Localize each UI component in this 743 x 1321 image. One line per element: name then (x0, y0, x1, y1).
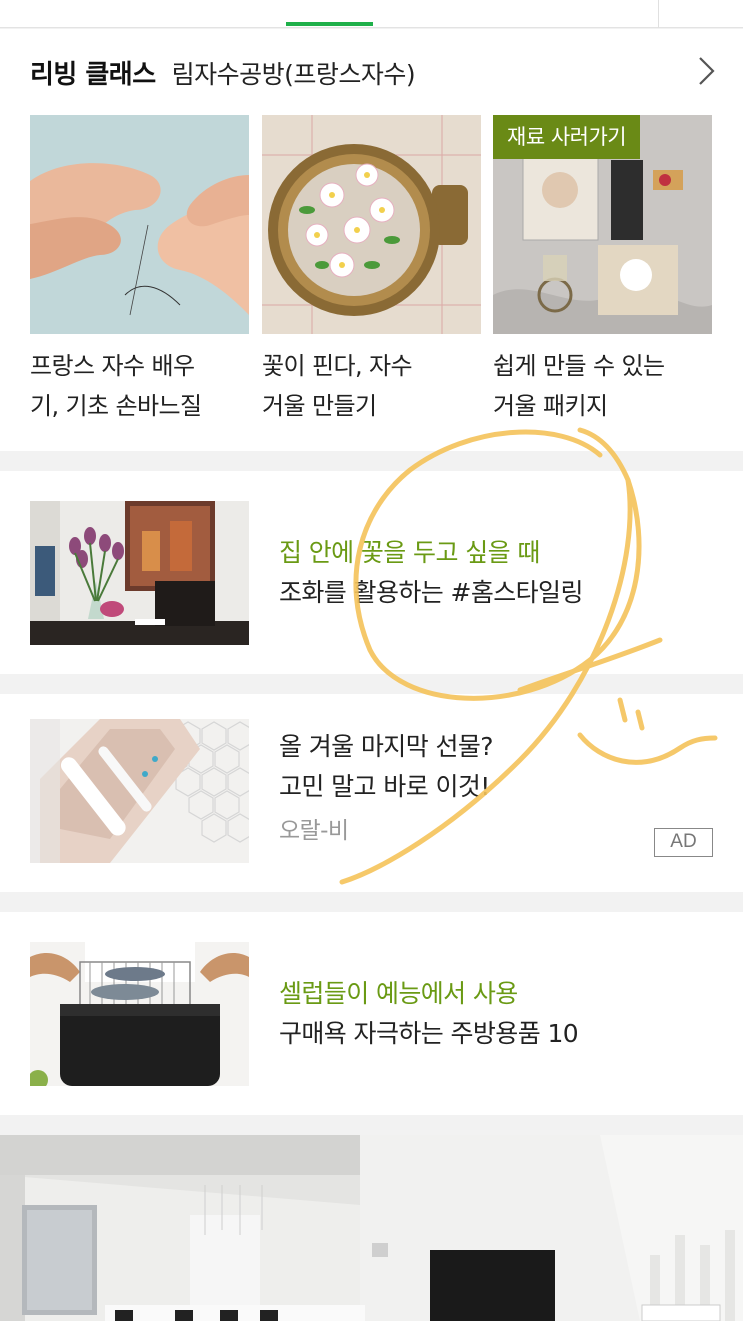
living-class-header[interactable]: 리빙 클래스 림자수공방(프랑스자수) (30, 54, 416, 90)
class-thumbnail-mirror[interactable] (262, 115, 481, 334)
ad-line-2: 고민 말고 바로 이것! (279, 772, 490, 801)
article-headline: 셀럽들이 예능에서 사용 (279, 979, 518, 1008)
caption-line: 거울 패키지 (493, 392, 608, 420)
section-title: 리빙 클래스 (30, 60, 156, 90)
interior-banner-image[interactable] (0, 1135, 743, 1321)
class-caption-3[interactable]: 쉽게 만들 수 있는 거울 패키지 (493, 346, 715, 426)
ad-thumbnail-toothbrush[interactable] (30, 719, 249, 863)
section-subtitle: 림자수공방(프랑스자수) (171, 60, 416, 89)
class-thumbnail-kit[interactable]: 재료 사러가기 (493, 115, 712, 334)
caption-line: 쉽게 만들 수 있는 (493, 352, 665, 380)
article-headline: 집 안에 꽃을 두고 싶을 때 (279, 538, 540, 567)
caption-line: 꽃이 핀다, 자수 (262, 352, 413, 380)
caption-line: 거울 만들기 (262, 392, 377, 420)
article-subline: 구매욕 자극하는 주방용품 10 (279, 1019, 579, 1048)
caption-line: 기, 기초 손바느질 (30, 392, 202, 420)
buy-materials-badge[interactable]: 재료 사러가기 (493, 115, 641, 159)
ad-label-badge: AD (654, 828, 713, 857)
class-thumbnail-hands[interactable] (30, 115, 249, 334)
class-caption-2[interactable]: 꽃이 핀다, 자수 거울 만들기 (262, 346, 484, 426)
top-tab-bar (0, 0, 743, 28)
article-text-flowers[interactable]: 집 안에 꽃을 두고 싶을 때 조화를 활용하는 #홈스타일링 (279, 533, 719, 613)
active-tab-indicator (286, 22, 373, 26)
ad-text-toothbrush[interactable]: 올 겨울 마지막 선물? 고민 말고 바로 이것! 오랄-비 (279, 727, 719, 851)
ad-line-1: 올 겨울 마지막 선물? (279, 732, 494, 761)
caption-line: 프랑스 자수 배우 (30, 352, 195, 380)
article-thumbnail-flowers[interactable] (30, 501, 249, 645)
class-caption-1[interactable]: 프랑스 자수 배우 기, 기초 손바느질 (30, 346, 252, 426)
article-subline: 조화를 활용하는 #홈스타일링 (279, 578, 583, 607)
tab-divider (658, 0, 659, 28)
advertiser-name: 오랄-비 (279, 818, 349, 844)
article-text-kitchen[interactable]: 셀럽들이 예능에서 사용 구매욕 자극하는 주방용품 10 (279, 974, 719, 1054)
article-thumbnail-kitchen[interactable] (30, 942, 249, 1086)
chevron-right-icon[interactable] (694, 56, 720, 86)
